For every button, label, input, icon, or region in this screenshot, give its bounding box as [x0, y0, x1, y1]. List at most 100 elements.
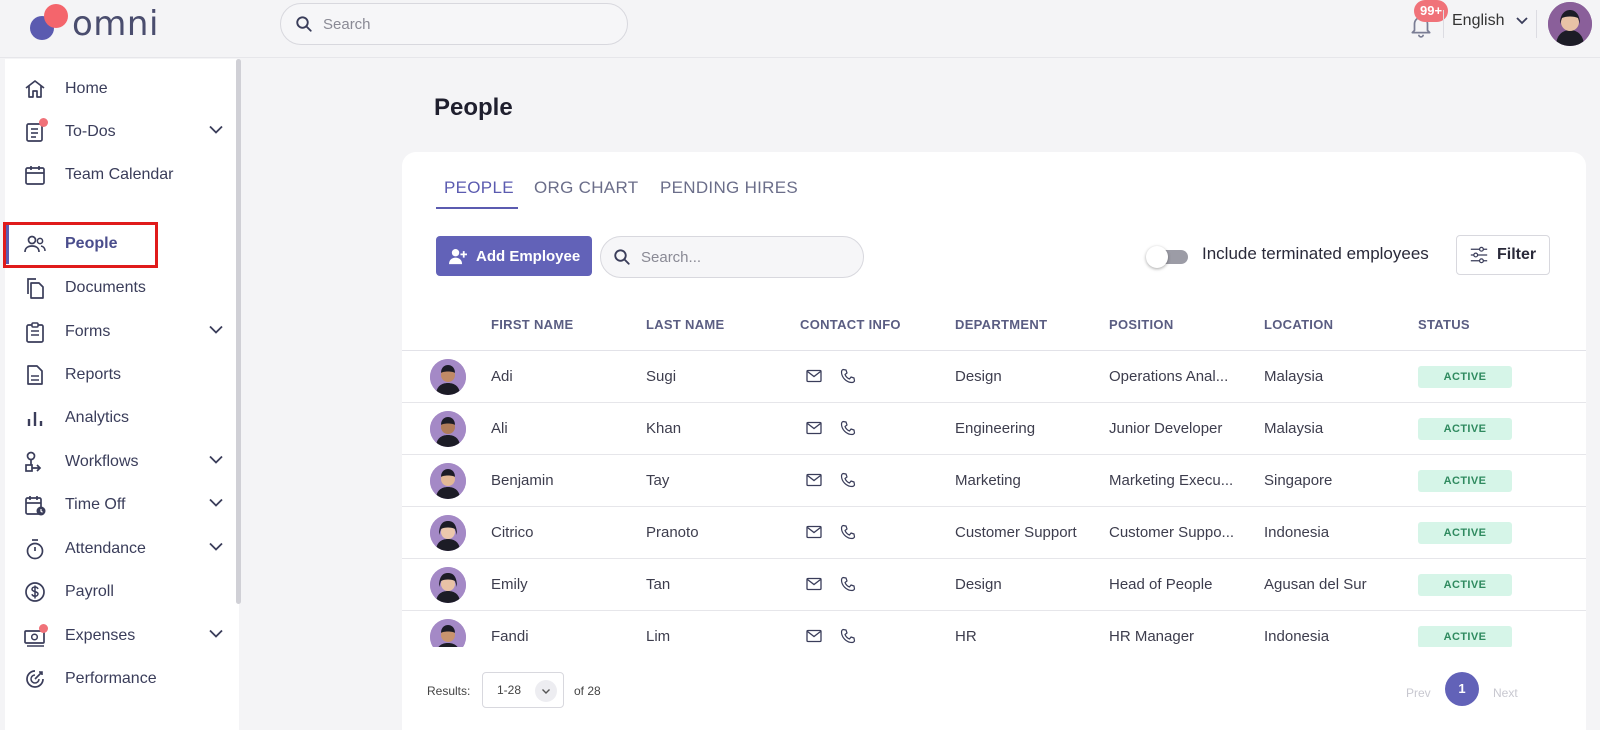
language-label: English — [1452, 12, 1505, 29]
cell-department: HR — [955, 628, 977, 645]
tab-org-chart[interactable]: ORG CHART — [534, 178, 638, 198]
cell-location: Malaysia — [1264, 368, 1324, 385]
mail-icon[interactable] — [806, 421, 822, 435]
chevron-down-icon — [209, 542, 223, 551]
sidebar-item-label: Attendance — [65, 540, 146, 557]
cell-first-name: Fandi — [491, 628, 529, 645]
sidebar-item-home[interactable]: Home — [5, 69, 239, 109]
column-header-status[interactable]: STATUS — [1418, 317, 1470, 332]
phone-icon[interactable] — [840, 524, 856, 540]
logo-mark-icon — [28, 4, 70, 44]
sidebar-item-label: To-Dos — [65, 123, 116, 140]
documents-icon — [27, 278, 44, 299]
cell-position: Marketing Execu... — [1109, 472, 1234, 489]
tab-people[interactable]: PEOPLE — [444, 178, 514, 198]
analytics-icon — [27, 412, 43, 426]
column-header-position[interactable]: POSITION — [1109, 317, 1174, 332]
highlight-box — [3, 222, 158, 268]
logo-text: omni — [72, 4, 159, 44]
sidebar-item-label: Team Calendar — [65, 166, 174, 183]
sidebar-item-attendance[interactable]: Attendance — [5, 529, 239, 569]
filter-button[interactable]: Filter — [1456, 235, 1550, 275]
employee-avatar[interactable] — [430, 359, 466, 395]
phone-icon[interactable] — [840, 368, 856, 384]
sidebar-item-team-calendar[interactable]: Team Calendar — [5, 155, 239, 195]
table-row[interactable]: Benjamin Tay Marketing Marketing Execu..… — [402, 455, 1586, 507]
omni-logo[interactable]: omni — [28, 4, 159, 44]
phone-icon[interactable] — [840, 628, 856, 644]
language-selector[interactable]: English — [1452, 12, 1529, 30]
cell-department: Design — [955, 576, 1002, 593]
terminated-toggle[interactable] — [1146, 246, 1190, 268]
cell-position: HR Manager — [1109, 628, 1195, 645]
mail-icon[interactable] — [806, 473, 822, 487]
user-avatar[interactable] — [1548, 2, 1592, 46]
cell-department: Customer Support — [955, 524, 1077, 541]
chevron-down-icon — [209, 629, 223, 638]
mail-icon[interactable] — [806, 369, 822, 383]
employee-avatar[interactable] — [430, 463, 466, 499]
table-row[interactable]: Adi Sugi Design Operations Anal... Malay… — [402, 351, 1586, 403]
sidebar-item-expenses[interactable]: Expenses — [5, 616, 239, 656]
cell-first-name: Benjamin — [491, 472, 554, 489]
global-search-input[interactable] — [323, 15, 603, 33]
chevron-down-icon — [1516, 17, 1529, 25]
cell-position: Junior Developer — [1109, 420, 1223, 437]
phone-icon[interactable] — [840, 472, 856, 488]
forms-icon — [26, 322, 44, 343]
column-header-department[interactable]: DEPARTMENT — [955, 317, 1047, 332]
chevron-down-icon — [209, 325, 223, 334]
top-header: omni 99+ English — [0, 0, 1600, 58]
employee-search-input[interactable] — [641, 248, 841, 266]
cell-location: Indonesia — [1264, 524, 1330, 541]
phone-icon[interactable] — [840, 576, 856, 592]
status-badge: ACTIVE — [1418, 574, 1512, 596]
results-per-page-select[interactable]: 1-28 — [482, 672, 564, 708]
cell-first-name: Ali — [491, 420, 508, 437]
table-row[interactable]: Ali Khan Engineering Junior Developer Ma… — [402, 403, 1586, 455]
column-header-last-name[interactable]: LAST NAME — [646, 317, 725, 332]
sidebar-item-payroll[interactable]: Payroll — [5, 572, 239, 612]
column-header-first-name[interactable]: FIRST NAME — [491, 317, 573, 332]
mail-icon[interactable] — [806, 629, 822, 643]
add-employee-label: Add Employee — [476, 247, 581, 265]
sidebar-item-documents[interactable]: Documents — [5, 268, 239, 308]
tab-pending-hires[interactable]: PENDING HIRES — [660, 178, 798, 198]
sidebar-item-forms[interactable]: Forms — [5, 312, 239, 352]
column-header-contact-info[interactable]: CONTACT INFO — [800, 317, 901, 332]
status-badge: ACTIVE — [1418, 366, 1512, 388]
cell-department: Marketing — [955, 472, 1021, 489]
status-badge: ACTIVE — [1418, 626, 1512, 647]
mail-icon[interactable] — [806, 525, 822, 539]
employee-avatar[interactable] — [430, 515, 466, 551]
next-page-button[interactable]: Next — [1493, 686, 1518, 700]
chevron-down-icon — [209, 498, 223, 507]
mail-icon[interactable] — [806, 577, 822, 591]
employee-avatar[interactable] — [430, 567, 466, 603]
column-header-location[interactable]: LOCATION — [1264, 317, 1333, 332]
cell-position: Operations Anal... — [1109, 368, 1229, 385]
table-row[interactable]: Citrico Pranoto Customer Support Custome… — [402, 507, 1586, 559]
cell-position: Head of People — [1109, 576, 1213, 593]
sidebar-scrollbar[interactable] — [236, 59, 241, 604]
sidebar-item-time-off[interactable]: Time Off — [5, 485, 239, 525]
prev-page-button[interactable]: Prev — [1406, 686, 1431, 700]
sidebar-item-reports[interactable]: Reports — [5, 355, 239, 395]
sidebar-item-workflows[interactable]: Workflows — [5, 442, 239, 482]
global-search[interactable] — [280, 3, 628, 45]
page-button-1[interactable]: 1 — [1445, 672, 1479, 706]
cell-location: Agusan del Sur — [1264, 576, 1367, 593]
table-row[interactable]: Emily Tan Design Head of People Agusan d… — [402, 559, 1586, 611]
phone-icon[interactable] — [840, 420, 856, 436]
toggle-label: Include terminated employees — [1202, 244, 1429, 263]
add-employee-button[interactable]: Add Employee — [436, 236, 592, 276]
sidebar-item-performance[interactable]: Performance — [5, 659, 239, 699]
employee-avatar[interactable] — [430, 619, 466, 647]
sidebar-item-label: Payroll — [65, 583, 114, 600]
table-row[interactable]: Fandi Lim HR HR Manager Indonesia ACTIVE — [402, 611, 1586, 647]
employee-search[interactable] — [600, 236, 864, 278]
employee-avatar[interactable] — [430, 411, 466, 447]
sidebar-item-to-dos[interactable]: To-Dos — [5, 112, 239, 152]
reports-icon — [27, 365, 43, 385]
sidebar-item-analytics[interactable]: Analytics — [5, 398, 239, 438]
